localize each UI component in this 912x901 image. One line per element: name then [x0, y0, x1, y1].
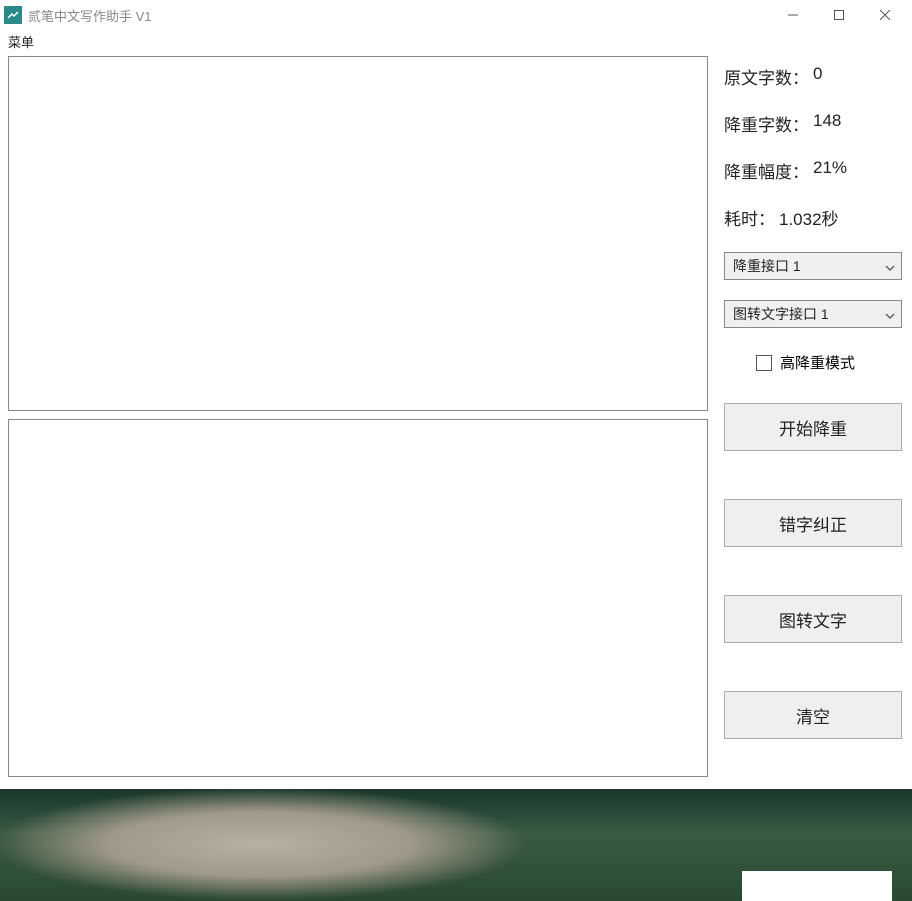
high-mode-checkbox[interactable]: 高降重模式 — [756, 352, 904, 373]
app-icon — [4, 6, 22, 24]
maximize-icon — [834, 10, 844, 20]
button-label: 图转文字 — [779, 607, 847, 632]
stat-value: 0 — [813, 64, 822, 89]
checkbox-box-icon — [756, 355, 772, 371]
menubar: 菜单 — [0, 30, 912, 52]
stat-label: 耗时： — [724, 205, 775, 230]
chevron-down-icon — [885, 306, 895, 322]
minimize-icon — [788, 10, 798, 20]
stat-label: 原文字数： — [724, 64, 809, 89]
output-textarea[interactable] — [8, 419, 708, 777]
checkbox-label: 高降重模式 — [780, 352, 855, 373]
right-column: 原文字数： 0 降重字数： 148 降重幅度： 21% 耗时： 1.032秒 降… — [724, 56, 904, 781]
ocr-button[interactable]: 图转文字 — [724, 595, 902, 643]
button-label: 开始降重 — [779, 415, 847, 440]
left-column — [8, 56, 708, 781]
window-controls — [770, 0, 908, 30]
stat-original: 原文字数： 0 — [724, 64, 904, 89]
close-button[interactable] — [862, 0, 908, 30]
chevron-down-icon — [885, 258, 895, 274]
ocr-api-dropdown[interactable]: 图转文字接口 1 — [724, 300, 902, 328]
close-icon — [880, 10, 890, 20]
stat-value: 1.032秒 — [779, 205, 839, 230]
body-area: 原文字数： 0 降重字数： 148 降重幅度： 21% 耗时： 1.032秒 降… — [0, 52, 912, 789]
stat-value: 148 — [813, 111, 841, 136]
typo-button[interactable]: 错字纠正 — [724, 499, 902, 547]
maximize-button[interactable] — [816, 0, 862, 30]
reduce-api-dropdown[interactable]: 降重接口 1 — [724, 252, 902, 280]
stat-ratio: 降重幅度： 21% — [724, 158, 904, 183]
dropdown-value: 图转文字接口 1 — [733, 304, 829, 324]
start-button[interactable]: 开始降重 — [724, 403, 902, 451]
app-window: 贰笔中文写作助手 V1 菜单 原文字数： 0 — [0, 0, 912, 789]
menu-item[interactable]: 菜单 — [8, 35, 34, 50]
button-label: 错字纠正 — [779, 511, 847, 536]
stat-reduced: 降重字数： 148 — [724, 111, 904, 136]
stat-value: 21% — [813, 158, 847, 183]
minimize-button[interactable] — [770, 0, 816, 30]
dropdown-value: 降重接口 1 — [733, 256, 801, 276]
desktop-widget — [742, 871, 892, 901]
stat-label: 降重幅度： — [724, 158, 809, 183]
stat-label: 降重字数： — [724, 111, 809, 136]
clear-button[interactable]: 清空 — [724, 691, 902, 739]
titlebar: 贰笔中文写作助手 V1 — [0, 0, 912, 30]
input-textarea[interactable] — [8, 56, 708, 411]
stat-time: 耗时： 1.032秒 — [724, 205, 904, 230]
window-title: 贰笔中文写作助手 V1 — [28, 6, 152, 25]
button-label: 清空 — [796, 703, 830, 728]
